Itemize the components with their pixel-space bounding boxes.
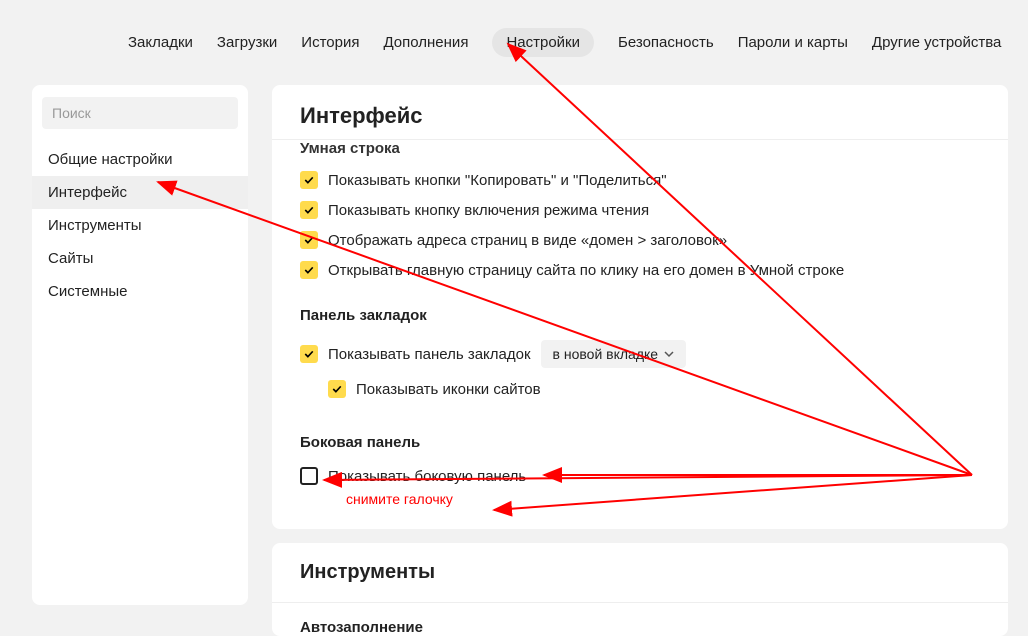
chevron-down-icon	[664, 349, 674, 359]
nav-security[interactable]: Безопасность	[618, 34, 714, 51]
sidebar-item-interface[interactable]: Интерфейс	[32, 176, 248, 209]
search-input[interactable]: Поиск	[42, 97, 238, 129]
bookmarks-title: Панель закладок	[300, 307, 980, 334]
label-domain-title: Отображать адреса страниц в виде «домен …	[328, 232, 727, 249]
sidepanel-title: Боковая панель	[300, 434, 980, 461]
smartline-title: Умная строка	[300, 140, 980, 165]
nav-downloads[interactable]: Загрузки	[217, 34, 277, 51]
top-nav: Закладки Загрузки История Дополнения Нас…	[0, 0, 1028, 85]
checkbox-sidepanel[interactable]	[300, 467, 318, 485]
checkbox-show-bookmarks[interactable]	[300, 345, 318, 363]
nav-history[interactable]: История	[301, 34, 359, 51]
nav-devices[interactable]: Другие устройства	[872, 34, 1001, 51]
sidebar: Поиск Общие настройки Интерфейс Инструме…	[32, 85, 248, 605]
label-open-main: Открывать главную страницу сайта по клик…	[328, 262, 844, 279]
bookmarks-dropdown[interactable]: в новой вкладке	[541, 340, 687, 368]
checkbox-domain-title[interactable]	[300, 231, 318, 249]
label-show-bookmarks: Показывать панель закладок	[328, 346, 531, 363]
label-sidepanel: Показывать боковую панель	[328, 468, 526, 485]
nav-bookmarks[interactable]: Закладки	[128, 34, 193, 51]
sidebar-item-tools[interactable]: Инструменты	[32, 209, 248, 242]
checkbox-copy-share[interactable]	[300, 171, 318, 189]
checkbox-site-icons[interactable]	[328, 380, 346, 398]
sidebar-item-system[interactable]: Системные	[32, 275, 248, 308]
nav-settings[interactable]: Настройки	[492, 28, 594, 57]
sidebar-item-general[interactable]: Общие настройки	[32, 143, 248, 176]
checkbox-reader[interactable]	[300, 201, 318, 219]
autofill-title: Автозаполнение	[272, 603, 1008, 636]
label-reader: Показывать кнопку включения режима чтени…	[328, 202, 649, 219]
sidebar-item-sites[interactable]: Сайты	[32, 242, 248, 275]
interface-card: Интерфейс Умная строка Показывать кнопки…	[272, 85, 1008, 529]
tools-title: Инструменты	[272, 543, 1008, 603]
label-copy-share: Показывать кнопки "Копировать" и "Подели…	[328, 172, 667, 189]
checkbox-open-main[interactable]	[300, 261, 318, 279]
dropdown-value: в новой вкладке	[553, 346, 659, 362]
label-site-icons: Показывать иконки сайтов	[356, 381, 541, 398]
tools-card: Инструменты Автозаполнение	[272, 543, 1008, 636]
annotation-text: снимите галочку	[300, 491, 980, 507]
nav-passwords[interactable]: Пароли и карты	[738, 34, 848, 51]
interface-title: Интерфейс	[272, 85, 1008, 139]
nav-addons[interactable]: Дополнения	[383, 34, 468, 51]
